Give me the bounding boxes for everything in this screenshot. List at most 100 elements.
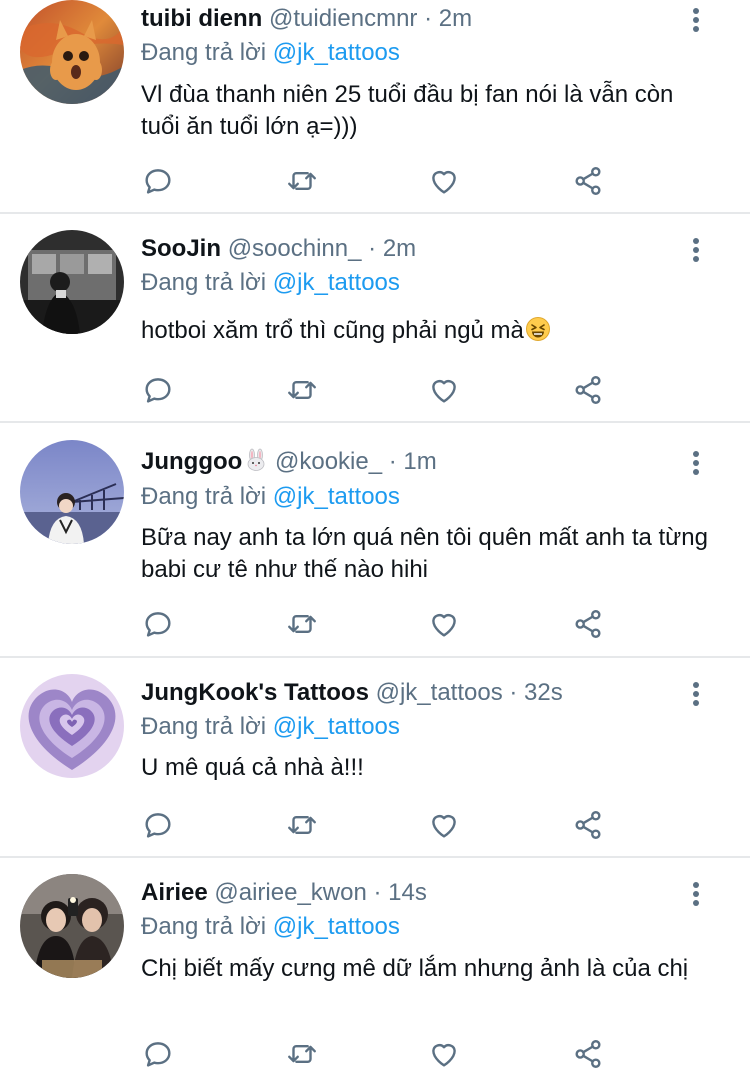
divider: [0, 421, 750, 423]
retweet-button[interactable]: [282, 1034, 322, 1072]
share-icon: [575, 376, 601, 404]
reply-target-link[interactable]: @jk_tattoos: [273, 39, 400, 66]
display-name[interactable]: Junggoo: [141, 448, 242, 475]
share-button[interactable]: [568, 161, 608, 201]
tweet-3[interactable]: Junggoo @kookie_ · 1m Đang trả lời @jk_t…: [0, 440, 750, 656]
reply-prefix: Đang trả lời: [141, 913, 267, 940]
tweet-text: hotboi xăm trổ thì cũng phải ngủ mà: [141, 315, 710, 347]
purple-heart-avatar-icon: [20, 674, 124, 778]
more-options-button[interactable]: [684, 235, 708, 265]
separator: ·: [424, 5, 433, 32]
display-name[interactable]: tuibi dienn: [141, 5, 262, 32]
user-handle[interactable]: @soochinn_: [228, 235, 362, 262]
reply-button[interactable]: [138, 1034, 178, 1072]
like-icon: [432, 1044, 456, 1067]
tweet-1[interactable]: tuibi dienn @tuidiencmnr · 2m Đang trả l…: [0, 0, 750, 214]
like-icon: [432, 614, 456, 637]
share-icon: [575, 167, 601, 195]
share-button[interactable]: [568, 604, 608, 644]
retweet-button[interactable]: [282, 161, 322, 201]
like-button[interactable]: [424, 1034, 464, 1072]
tweet-header: JungKook's Tattoos @jk_tattoos · 32s: [141, 676, 680, 710]
like-button[interactable]: [424, 805, 464, 845]
display-name[interactable]: SooJin: [141, 235, 221, 262]
reply-prefix: Đang trả lời: [141, 269, 267, 296]
timestamp[interactable]: 2m: [383, 235, 416, 262]
display-name[interactable]: Airiee: [141, 879, 208, 906]
more-options-button[interactable]: [684, 879, 708, 909]
avatar[interactable]: [20, 230, 124, 334]
timestamp[interactable]: 2m: [439, 5, 472, 32]
share-icon: [575, 610, 601, 638]
reply-button[interactable]: [138, 370, 178, 410]
tweet-5[interactable]: Airiee @airiee_kwon · 14s Đang trả lời @…: [0, 874, 750, 1072]
user-handle[interactable]: @tuidiencmnr: [269, 5, 417, 32]
share-icon: [575, 1040, 601, 1068]
avatar[interactable]: [20, 0, 124, 104]
reply-context: Đang trả lời @jk_tattoos: [141, 267, 400, 299]
display-name[interactable]: JungKook's Tattoos: [141, 679, 369, 706]
retweet-icon: [288, 1045, 316, 1063]
like-icon: [432, 380, 456, 403]
reply-prefix: Đang trả lời: [141, 483, 267, 510]
grinning-squinting-face-icon: [525, 317, 550, 341]
photo-avatar-bridge-icon: [20, 440, 124, 544]
rabbit-face-icon: [247, 448, 265, 471]
reply-target-link[interactable]: @jk_tattoos: [273, 913, 400, 940]
like-icon: [432, 815, 456, 838]
like-button[interactable]: [424, 161, 464, 201]
divider: [0, 212, 750, 214]
user-handle[interactable]: @jk_tattoos: [376, 679, 503, 706]
reply-prefix: Đang trả lời: [141, 39, 267, 66]
tweet-2[interactable]: SooJin @soochinn_ · 2m Đang trả lời @jk_…: [0, 230, 750, 422]
timestamp[interactable]: 1m: [403, 448, 436, 475]
reply-target-link[interactable]: @jk_tattoos: [273, 713, 400, 740]
reply-target-link[interactable]: @jk_tattoos: [273, 483, 400, 510]
reply-context: Đang trả lời @jk_tattoos: [141, 711, 400, 743]
reply-icon: [145, 169, 171, 194]
retweet-button[interactable]: [282, 370, 322, 410]
tweet-text: Chị biết mấy cưng mê dữ lắm nhưng ảnh là…: [141, 955, 689, 982]
user-handle[interactable]: @airiee_kwon: [214, 879, 366, 906]
reply-target-link[interactable]: @jk_tattoos: [273, 269, 400, 296]
reply-icon: [145, 612, 171, 637]
more-options-button[interactable]: [684, 5, 708, 35]
replies-feed: tuibi dienn @tuidiencmnr · 2m Đang trả l…: [0, 0, 750, 1072]
tweet-text: Bữa nay anh ta lớn quá nên tôi quên mất …: [141, 524, 708, 583]
reply-icon: [145, 1042, 171, 1067]
retweet-icon: [288, 615, 316, 633]
reply-prefix: Đang trả lời: [141, 713, 267, 740]
tweet-actions: [0, 805, 750, 845]
divider: [0, 656, 750, 658]
like-button[interactable]: [424, 604, 464, 644]
reply-button[interactable]: [138, 161, 178, 201]
more-options-button[interactable]: [684, 679, 708, 709]
avatar[interactable]: [20, 674, 124, 778]
tweet-4[interactable]: JungKook's Tattoos @jk_tattoos · 32s Đan…: [0, 674, 750, 856]
timestamp[interactable]: 32s: [524, 679, 563, 706]
share-button[interactable]: [568, 370, 608, 410]
tweet-text: Vl đùa thanh niên 25 tuổi đầu bị fan nói…: [141, 81, 674, 140]
user-handle[interactable]: @kookie_: [275, 448, 382, 475]
retweet-button[interactable]: [282, 604, 322, 644]
retweet-button[interactable]: [282, 805, 322, 845]
avatar[interactable]: [20, 440, 124, 544]
retweet-icon: [288, 381, 316, 399]
more-options-button[interactable]: [684, 448, 708, 478]
avatar[interactable]: [20, 874, 124, 978]
reply-icon: [145, 378, 171, 403]
like-button[interactable]: [424, 370, 464, 410]
reply-button[interactable]: [138, 604, 178, 644]
tweet-text: U mê quá cả nhà à!!!: [141, 754, 364, 781]
scream-cat-avatar-icon: [20, 0, 124, 104]
share-button[interactable]: [568, 805, 608, 845]
reply-context: Đang trả lời @jk_tattoos: [141, 37, 400, 69]
share-button[interactable]: [568, 1034, 608, 1072]
tweet-header: Junggoo @kookie_ · 1m: [141, 445, 680, 479]
separator: ·: [368, 235, 377, 262]
reply-button[interactable]: [138, 805, 178, 845]
retweet-icon: [288, 172, 316, 190]
tweet-header: SooJin @soochinn_ · 2m: [141, 232, 680, 266]
tweet-actions: [0, 370, 750, 410]
timestamp[interactable]: 14s: [388, 879, 427, 906]
